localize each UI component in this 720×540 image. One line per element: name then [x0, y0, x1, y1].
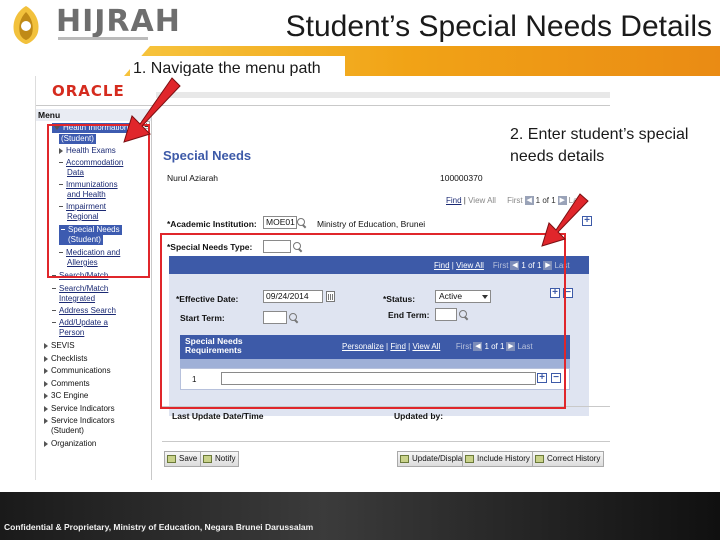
- menu-item-service-indicators-student-cont[interactable]: (Student): [51, 426, 84, 436]
- menu-item-service-indicators[interactable]: Service Indicators: [44, 404, 115, 414]
- academic-institution-description: Ministry of Education, Brunei: [317, 219, 426, 229]
- slide-title: Student’s Special Needs Details: [285, 10, 712, 43]
- save-icon: [167, 455, 176, 463]
- save-button[interactable]: Save: [164, 451, 202, 467]
- menu-item-checklists[interactable]: Checklists: [44, 354, 87, 364]
- folder-icon: [44, 417, 48, 424]
- menu-item-sevis[interactable]: SEVIS: [44, 341, 75, 351]
- menu-item-add-update-person[interactable]: Add/Update a: [52, 318, 108, 328]
- find-link[interactable]: Find: [446, 196, 462, 205]
- menu-item-comments[interactable]: Comments: [44, 379, 90, 389]
- page-title: Special Needs: [163, 148, 252, 163]
- red-arrow-icon: [541, 193, 589, 247]
- menu-item-search-match-integrated[interactable]: Search/Match: [52, 284, 108, 294]
- folder-icon: [44, 440, 48, 447]
- academic-institution-label: *Academic Institution:: [167, 219, 257, 229]
- details-highlight: [160, 233, 566, 409]
- last-update-label: Last Update Date/Time: [172, 411, 264, 421]
- menu-item-add-update-person-cont[interactable]: Person: [59, 328, 84, 338]
- divider: [162, 441, 610, 442]
- hijrah-emblem-icon: [13, 6, 39, 44]
- update-display-button[interactable]: Update/Display: [397, 451, 471, 467]
- include-history-button[interactable]: Include History: [462, 451, 534, 467]
- include-history-icon: [465, 455, 474, 463]
- notify-icon: [203, 455, 212, 463]
- folder-icon: [44, 405, 48, 412]
- first-link[interactable]: First: [507, 196, 523, 205]
- header-strip: [156, 92, 610, 98]
- folder-icon: [44, 355, 48, 362]
- red-arrow-icon: [123, 77, 181, 143]
- oracle-logo: ORACLE: [52, 82, 125, 100]
- update-display-icon: [400, 455, 409, 463]
- footer-text: Confidential & Proprietary, Ministry of …: [4, 522, 314, 532]
- correct-history-button[interactable]: Correct History: [532, 451, 605, 467]
- menu-item-search-match-integrated-cont[interactable]: Integrated: [59, 294, 95, 304]
- footer-bar: [0, 492, 720, 540]
- academic-institution-input[interactable]: MOE01: [263, 216, 297, 229]
- folder-icon: [44, 392, 48, 399]
- logo-tagline: [58, 37, 148, 40]
- view-all-link[interactable]: View All: [468, 196, 496, 205]
- student-id: 100000370: [440, 173, 483, 183]
- menu-item-address-search[interactable]: Address Search: [52, 306, 116, 316]
- student-name: Nurul Aziarah: [167, 173, 219, 183]
- folder-icon: [44, 342, 48, 349]
- menu-item-3c-engine[interactable]: 3C Engine: [44, 391, 88, 401]
- updated-by-label: Updated by:: [394, 411, 444, 421]
- lookup-icon[interactable]: [297, 218, 307, 228]
- correct-history-icon: [535, 455, 544, 463]
- prev-arrow-icon[interactable]: ◀: [524, 196, 534, 206]
- notify-button[interactable]: Notify: [200, 451, 240, 467]
- folder-icon: [44, 380, 48, 387]
- step2-caption: 2. Enter student’s special needs details: [510, 126, 689, 165]
- menu-item-service-indicators-student[interactable]: Service Indicators: [44, 416, 115, 426]
- menu-item-organization[interactable]: Organization: [44, 439, 96, 449]
- menu-item-communications[interactable]: Communications: [44, 366, 111, 376]
- folder-icon: [44, 367, 48, 374]
- slide-header: HIJRAH Student’s Special Needs Details: [0, 0, 720, 76]
- logo-text: HIJRAH: [56, 4, 181, 39]
